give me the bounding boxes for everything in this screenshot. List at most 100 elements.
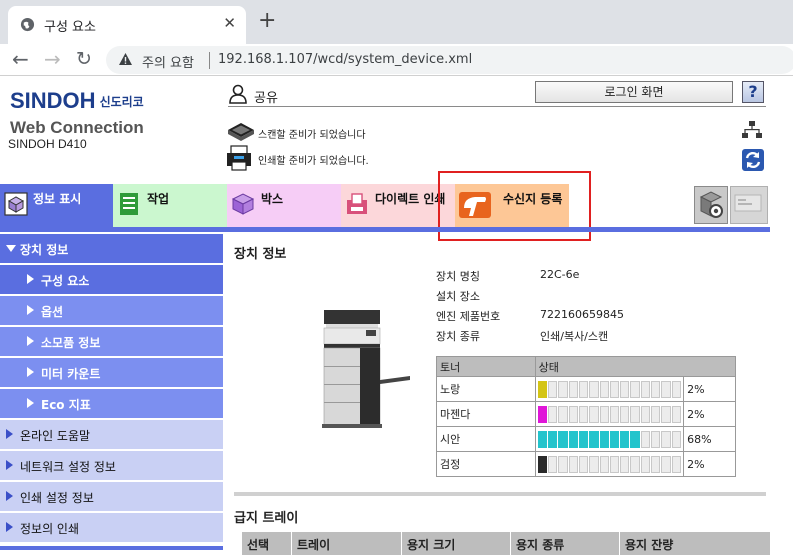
user-name: 공유 <box>254 91 278 106</box>
tab-title: 구성 요소 <box>44 20 96 35</box>
sidebar-item-print-settings[interactable]: 인쇄 설정 정보 <box>0 482 223 512</box>
engine-serial-value: 722160659845 <box>540 308 624 321</box>
back-arrow-icon[interactable]: ← <box>12 48 29 70</box>
sidebar-item-components[interactable]: 구성 요소 <box>0 265 223 295</box>
sidebar-item-device-info[interactable]: 장치 정보 <box>0 234 223 264</box>
toner-bar-segment <box>630 405 640 423</box>
device-model: SINDOH D410 <box>8 137 87 151</box>
toner-bar-segment <box>558 405 568 423</box>
refresh-icon[interactable] <box>742 149 764 171</box>
sidebar-item-online-help[interactable]: 온라인 도움말 <box>0 420 223 450</box>
toner-name: 검정 <box>436 451 536 477</box>
close-icon[interactable]: ✕ <box>223 14 236 32</box>
toner-bar-segment <box>547 455 558 473</box>
toner-bar-segment <box>671 380 682 398</box>
sidebar-bottom-line <box>0 546 223 550</box>
table-row: 시안 68% <box>436 426 736 452</box>
sidebar-item-options[interactable]: 옵션 <box>0 296 223 326</box>
sidebar-item-label: 정보의 인쇄 <box>20 522 80 536</box>
network-icon[interactable] <box>742 121 762 139</box>
toner-bar-segment <box>568 430 578 448</box>
toner-bar-segment <box>547 430 558 448</box>
toner-bar-segment <box>671 455 682 473</box>
toner-level-bar <box>534 376 685 402</box>
toner-percent: 2% <box>683 376 736 402</box>
toner-bar-segment <box>589 405 599 423</box>
forward-arrow-icon[interactable]: → <box>44 48 61 70</box>
toner-bar-segment <box>630 380 640 398</box>
toner-bar-segment <box>640 455 651 473</box>
paper-tray-header: 선택 트레이 용지 크기 용지 종류 용지 잔량 <box>242 532 770 555</box>
toner-name: 마젠다 <box>436 401 536 427</box>
tab-job[interactable]: 작업 <box>113 184 227 228</box>
status-column-header: 상태 <box>534 356 737 377</box>
sidebar-item-network-settings[interactable]: 네트워크 설정 정보 <box>0 451 223 481</box>
tab-label: 박스 <box>261 192 284 206</box>
chevron-right-icon <box>27 305 34 315</box>
toner-bar-segment <box>578 430 589 448</box>
toner-bar-segment <box>640 380 651 398</box>
table-row: 마젠다 2% <box>436 401 736 427</box>
sidebar-item-consumables[interactable]: 소모품 정보 <box>0 327 223 357</box>
sidebar-item-label: Eco 지표 <box>41 398 91 412</box>
table-row: 노랑 2% <box>436 376 736 402</box>
toner-bar-segment <box>609 405 620 423</box>
sidebar-item-meter-count[interactable]: 미터 카운트 <box>0 358 223 388</box>
toner-bar-segment <box>568 405 578 423</box>
chevron-right-icon <box>6 491 13 501</box>
toner-bar-segment <box>661 405 671 423</box>
box-icon <box>231 193 255 215</box>
reload-icon[interactable]: ↻ <box>76 48 92 70</box>
toner-level-bar <box>534 401 685 427</box>
info-display-icon <box>4 192 28 216</box>
column-header: 용지 종류 <box>511 532 620 555</box>
url-omnibox[interactable]: 주의 요함 192.168.1.107/wcd/system_device.xm… <box>106 46 793 74</box>
toner-bar-segment <box>599 455 609 473</box>
toner-bar-segment <box>651 455 661 473</box>
globe-icon <box>20 17 35 32</box>
tab-info-display[interactable]: 정보 표시 <box>0 184 113 228</box>
device-name-label: 장치 명칭 <box>436 270 480 283</box>
toner-bar-segment <box>620 455 630 473</box>
toner-bar-segment <box>547 380 558 398</box>
toner-bar-segment <box>599 380 609 398</box>
login-screen-button[interactable]: 로그인 화면 <box>535 81 733 103</box>
sidebar-item-label: 인쇄 설정 정보 <box>20 491 94 505</box>
help-button[interactable]: ? <box>742 81 764 103</box>
chevron-right-icon <box>6 522 13 532</box>
toner-table: 토너 상태 노랑 2% 마젠다 2% 시안 68% 검정 2% <box>436 356 737 477</box>
device-type-label: 장치 종류 <box>436 330 480 343</box>
tab-box[interactable]: 박스 <box>227 184 341 228</box>
omnibox-separator <box>209 52 210 69</box>
warning-triangle-icon <box>119 53 132 65</box>
address-bar: ← → ↻ 주의 요함 192.168.1.107/wcd/system_dev… <box>0 44 793 76</box>
toner-bar-segment <box>537 380 547 398</box>
toner-bar-segment <box>537 455 547 473</box>
chevron-right-icon <box>27 336 34 346</box>
toner-column-header: 토너 <box>436 356 536 377</box>
print-status-text: 인쇄할 준비가 되었습니다. <box>258 156 369 167</box>
toner-bar-segment <box>589 455 599 473</box>
toner-percent: 68% <box>683 426 736 452</box>
toner-bar-segment <box>589 380 599 398</box>
toner-bar-segment <box>620 380 630 398</box>
tab-label: 다이렉트 인쇄 <box>375 192 446 206</box>
admin-tab[interactable] <box>694 186 728 224</box>
user-icon <box>229 84 247 104</box>
sidebar-item-eco[interactable]: Eco 지표 <box>0 389 223 419</box>
security-warning-text: 주의 요함 <box>142 56 194 71</box>
url-text[interactable]: 192.168.1.107/wcd/system_device.xml <box>218 52 472 67</box>
sidebar-item-print-info[interactable]: 정보의 인쇄 <box>0 513 223 543</box>
device-name-value: 22C-6e <box>540 268 580 281</box>
sidebar-item-label: 구성 요소 <box>41 274 90 288</box>
gear-icon <box>699 191 723 218</box>
browser-tab[interactable]: 구성 요소 ✕ <box>8 6 246 44</box>
toner-bar-segment <box>547 405 558 423</box>
toner-bar-segment <box>620 430 630 448</box>
toner-bar-segment <box>578 405 589 423</box>
toner-bar-segment <box>661 380 671 398</box>
toner-percent: 2% <box>683 451 736 477</box>
header-divider <box>228 106 766 107</box>
column-header: 트레이 <box>292 532 402 555</box>
new-tab-button[interactable]: + <box>258 10 276 32</box>
